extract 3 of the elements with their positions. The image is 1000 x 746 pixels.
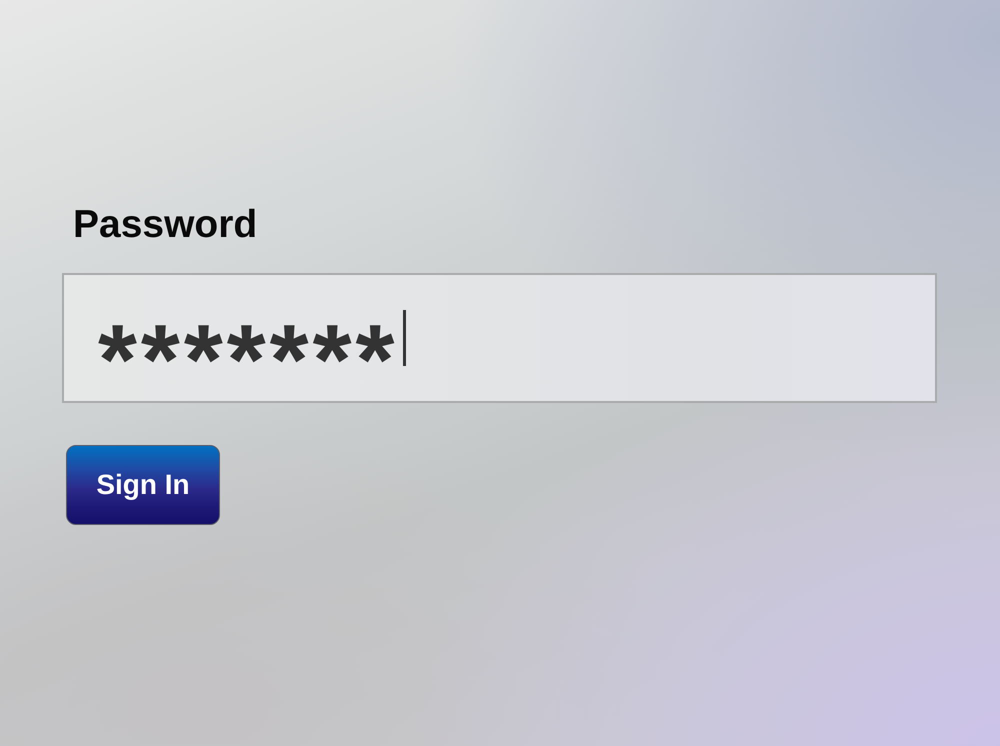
password-field[interactable]: ******* (62, 273, 937, 403)
password-label: Password (73, 205, 258, 244)
sign-in-button[interactable]: Sign In (66, 445, 220, 525)
